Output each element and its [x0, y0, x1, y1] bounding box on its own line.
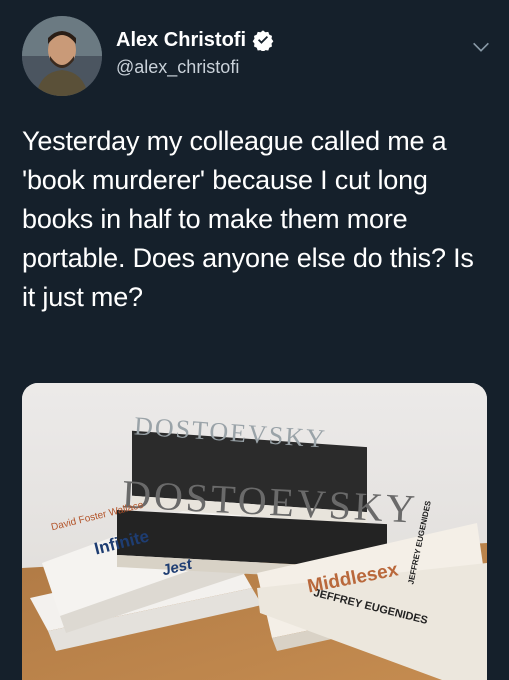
avatar[interactable] — [22, 16, 102, 96]
author-names: Alex Christofi @alex_christofi — [116, 28, 274, 78]
author-handle[interactable]: @alex_christofi — [116, 56, 274, 78]
display-name-text[interactable]: Alex Christofi — [116, 28, 246, 52]
tweet-text: Yesterday my colleague called me a 'book… — [22, 126, 474, 312]
person-avatar-icon — [22, 16, 102, 96]
chevron-down-icon[interactable] — [470, 36, 492, 58]
tweet-photo[interactable]: DOSTOEVSKY DOSTOEVSKY Infinite Jest Davi… — [22, 383, 487, 680]
author-display-name[interactable]: Alex Christofi — [116, 28, 274, 52]
verified-badge-icon — [252, 30, 274, 51]
tweet-header: Alex Christofi @alex_christofi — [22, 16, 492, 96]
